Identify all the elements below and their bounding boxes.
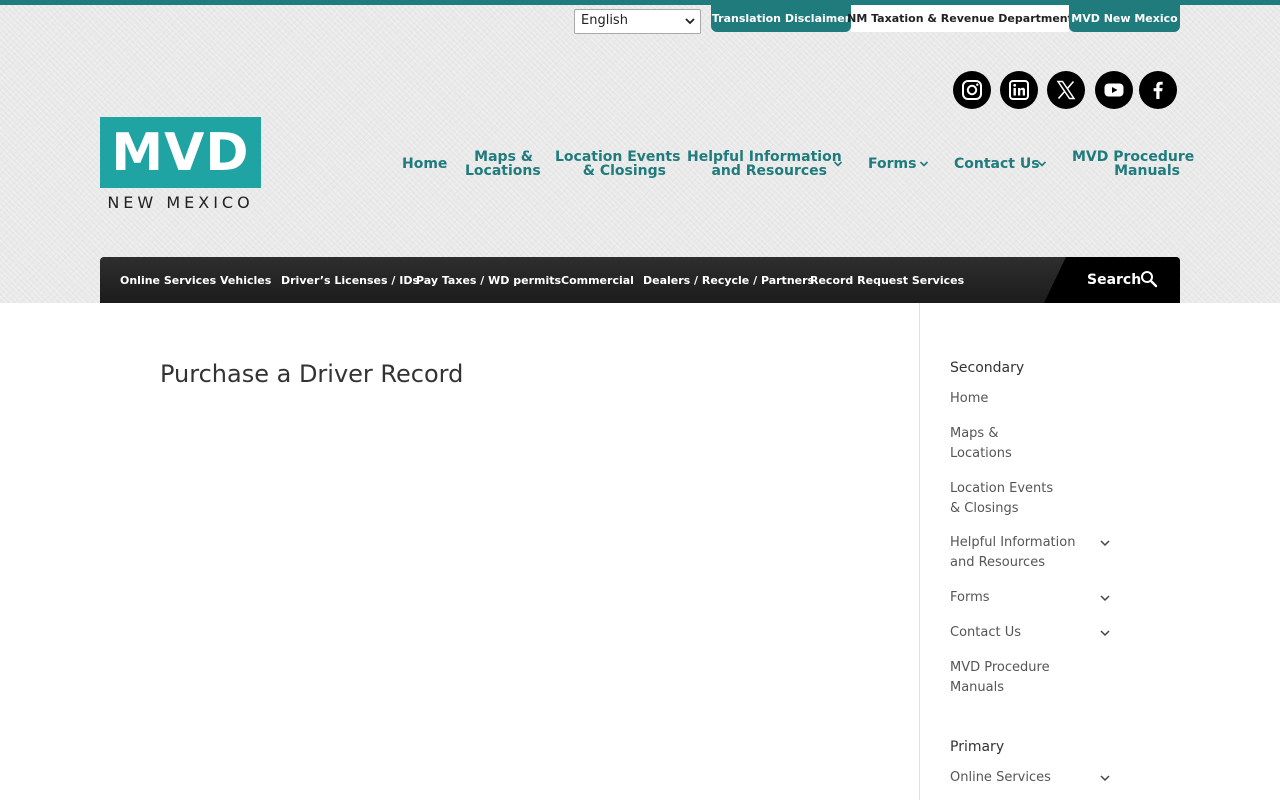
mvd-new-mexico-link[interactable]: MVD New Mexico	[1069, 5, 1180, 32]
sidebar-item-label: Maps &	[950, 426, 999, 441]
sidebar-item-maps[interactable]: Maps & Locations	[950, 424, 1110, 464]
sidebar-item-forms[interactable]: Forms	[950, 588, 1110, 608]
chevron-down-icon[interactable]	[1099, 592, 1111, 604]
chevron-down-icon	[833, 161, 843, 167]
youtube-icon	[1104, 83, 1124, 97]
linkedin-link[interactable]	[1000, 71, 1038, 109]
search-button-label[interactable]: Search	[1087, 257, 1141, 303]
x-link[interactable]	[1047, 71, 1085, 109]
secnav-record-request[interactable]: Record Request Services	[810, 257, 964, 303]
translation-disclaimer-link[interactable]: Translation Disclaimer	[711, 5, 851, 32]
sidebar-item-contact[interactable]: Contact Us	[950, 623, 1110, 643]
sidebar-item-label: Helpful Information	[950, 535, 1076, 550]
language-select-value: English	[581, 13, 628, 28]
secnav-online-services[interactable]: Online Services	[120, 257, 216, 303]
facebook-icon	[1153, 81, 1163, 99]
sidebar-item-label: MVD Procedure	[950, 660, 1050, 675]
chevron-down-icon[interactable]	[1099, 627, 1111, 639]
language-select[interactable]: English	[574, 9, 701, 34]
secnav-pay-taxes[interactable]: Pay Taxes / WD permits	[416, 257, 561, 303]
nav-helpful-information[interactable]: Helpful Information and Resources	[687, 149, 842, 179]
nav-maps-line1: Maps &	[474, 149, 533, 165]
chevron-down-icon	[919, 161, 929, 167]
secnav-drivers-licenses[interactable]: Driver’s Licenses / IDs	[281, 257, 419, 303]
nav-location-events[interactable]: Location Events & Closings	[555, 149, 681, 179]
secnav-vehicles[interactable]: Vehicles	[220, 257, 271, 303]
search-icon[interactable]	[1140, 270, 1158, 288]
sidebar-item-label: & Closings	[950, 501, 1019, 516]
nav-maps-line2: Locations	[465, 163, 541, 179]
nav-helpful-line1: Helpful Information	[687, 149, 842, 165]
sidebar-item-location-events[interactable]: Location Events & Closings	[950, 479, 1110, 519]
sidebar-item-label: Contact Us	[950, 625, 1021, 640]
sidebar-item-helpful-info[interactable]: Helpful Information and Resources	[950, 533, 1110, 573]
logo-subtitle: NEW MEXICO	[107, 193, 254, 212]
nav-home[interactable]: Home	[402, 157, 447, 171]
sidebar-item-label: Manuals	[950, 680, 1005, 695]
sidebar-item-label: Home	[950, 391, 989, 406]
instagram-icon	[962, 80, 982, 100]
sidebar-item-label: Online Services	[950, 770, 1051, 785]
main-nav: Home Maps & Locations Location Events & …	[0, 150, 1280, 190]
chevron-down-icon[interactable]	[1099, 772, 1111, 784]
sidebar-item-label: Location Events	[950, 481, 1054, 496]
nav-events-line2: & Closings	[582, 163, 666, 179]
nav-forms[interactable]: Forms	[868, 157, 916, 171]
sidebar-item-online-services[interactable]: Online Services	[950, 768, 1110, 788]
sidebar-item-home[interactable]: Home	[950, 389, 1110, 409]
instagram-link[interactable]	[953, 71, 991, 109]
sidebar-heading-secondary: Secondary	[950, 360, 1025, 376]
sidebar-item-label: Locations	[950, 446, 1012, 461]
sidebar-item-procedure-manuals[interactable]: MVD Procedure Manuals	[950, 658, 1110, 698]
sidebar-item-label: Forms	[950, 590, 990, 605]
nav-procedure-manuals[interactable]: MVD Procedure Manuals	[1072, 149, 1195, 179]
facebook-link[interactable]	[1139, 71, 1177, 109]
nav-contact-us[interactable]: Contact Us	[954, 157, 1040, 171]
chevron-down-icon[interactable]	[1099, 537, 1111, 549]
linkedin-icon	[1009, 80, 1029, 100]
nav-manuals-line1: MVD Procedure	[1072, 149, 1195, 165]
chevron-down-icon	[1037, 161, 1047, 167]
nav-forms-label: Forms	[868, 156, 917, 172]
sidebar-item-label: and Resources	[950, 555, 1045, 570]
secnav-dealers[interactable]: Dealers / Recycle / Partners	[643, 257, 814, 303]
nav-contact-label: Contact Us	[954, 156, 1040, 172]
nm-taxation-link[interactable]: NM Taxation & Revenue Department	[847, 5, 1073, 32]
secnav-commercial[interactable]: Commercial	[561, 257, 634, 303]
nav-events-line1: Location Events	[555, 149, 681, 165]
chevron-down-icon	[685, 18, 695, 25]
nav-home-label: Home	[402, 156, 448, 172]
x-icon	[1056, 80, 1076, 100]
secondary-nav-bar: Online Services Vehicles Driver’s Licens…	[100, 257, 1180, 303]
page-title: Purchase a Driver Record	[160, 360, 464, 388]
sidebar-divider	[919, 303, 920, 800]
nav-maps-locations[interactable]: Maps & Locations	[465, 149, 541, 179]
youtube-link[interactable]	[1095, 71, 1133, 109]
nav-manuals-line2: Manuals	[1114, 163, 1180, 179]
nav-helpful-line2: and Resources	[711, 163, 827, 179]
sidebar-heading-primary: Primary	[950, 739, 1005, 755]
